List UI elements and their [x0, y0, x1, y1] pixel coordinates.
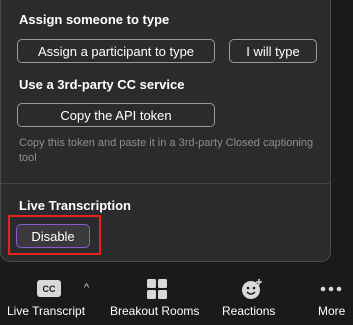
meeting-toolbar: CC ^ Live Transcript Breakout Rooms Reac… [0, 270, 353, 325]
more-dots-icon [320, 286, 342, 292]
i-will-type-button[interactable]: I will type [229, 39, 317, 63]
smiley-plus-icon [242, 279, 262, 299]
closed-caption-icon: CC [37, 280, 61, 297]
chevron-up-icon[interactable]: ^ [84, 282, 89, 294]
disable-button[interactable]: Disable [16, 224, 90, 248]
breakout-rooms-label: Breakout Rooms [110, 304, 200, 318]
breakout-rooms-icon [147, 279, 167, 299]
third-party-cc-title: Use a 3rd-party CC service [19, 77, 185, 92]
live-transcript-menu: Assign someone to type Assign a particip… [0, 0, 331, 262]
breakout-rooms-button[interactable]: Breakout Rooms [104, 270, 208, 325]
more-button[interactable]: More [308, 270, 353, 325]
more-label: More [318, 304, 346, 318]
reactions-button[interactable]: Reactions [218, 270, 284, 325]
assign-participant-button[interactable]: Assign a participant to type [17, 39, 215, 63]
live-transcription-title: Live Transcription [19, 198, 131, 213]
copy-api-token-button[interactable]: Copy the API token [17, 103, 215, 127]
assign-someone-title: Assign someone to type [19, 12, 170, 27]
reactions-label: Reactions [222, 304, 276, 318]
live-transcript-button[interactable]: CC ^ Live Transcript [0, 270, 100, 325]
live-transcript-label: Live Transcript [7, 304, 86, 318]
section-divider [1, 183, 330, 184]
api-token-hint: Copy this token and paste it in a 3rd-pa… [19, 137, 314, 164]
